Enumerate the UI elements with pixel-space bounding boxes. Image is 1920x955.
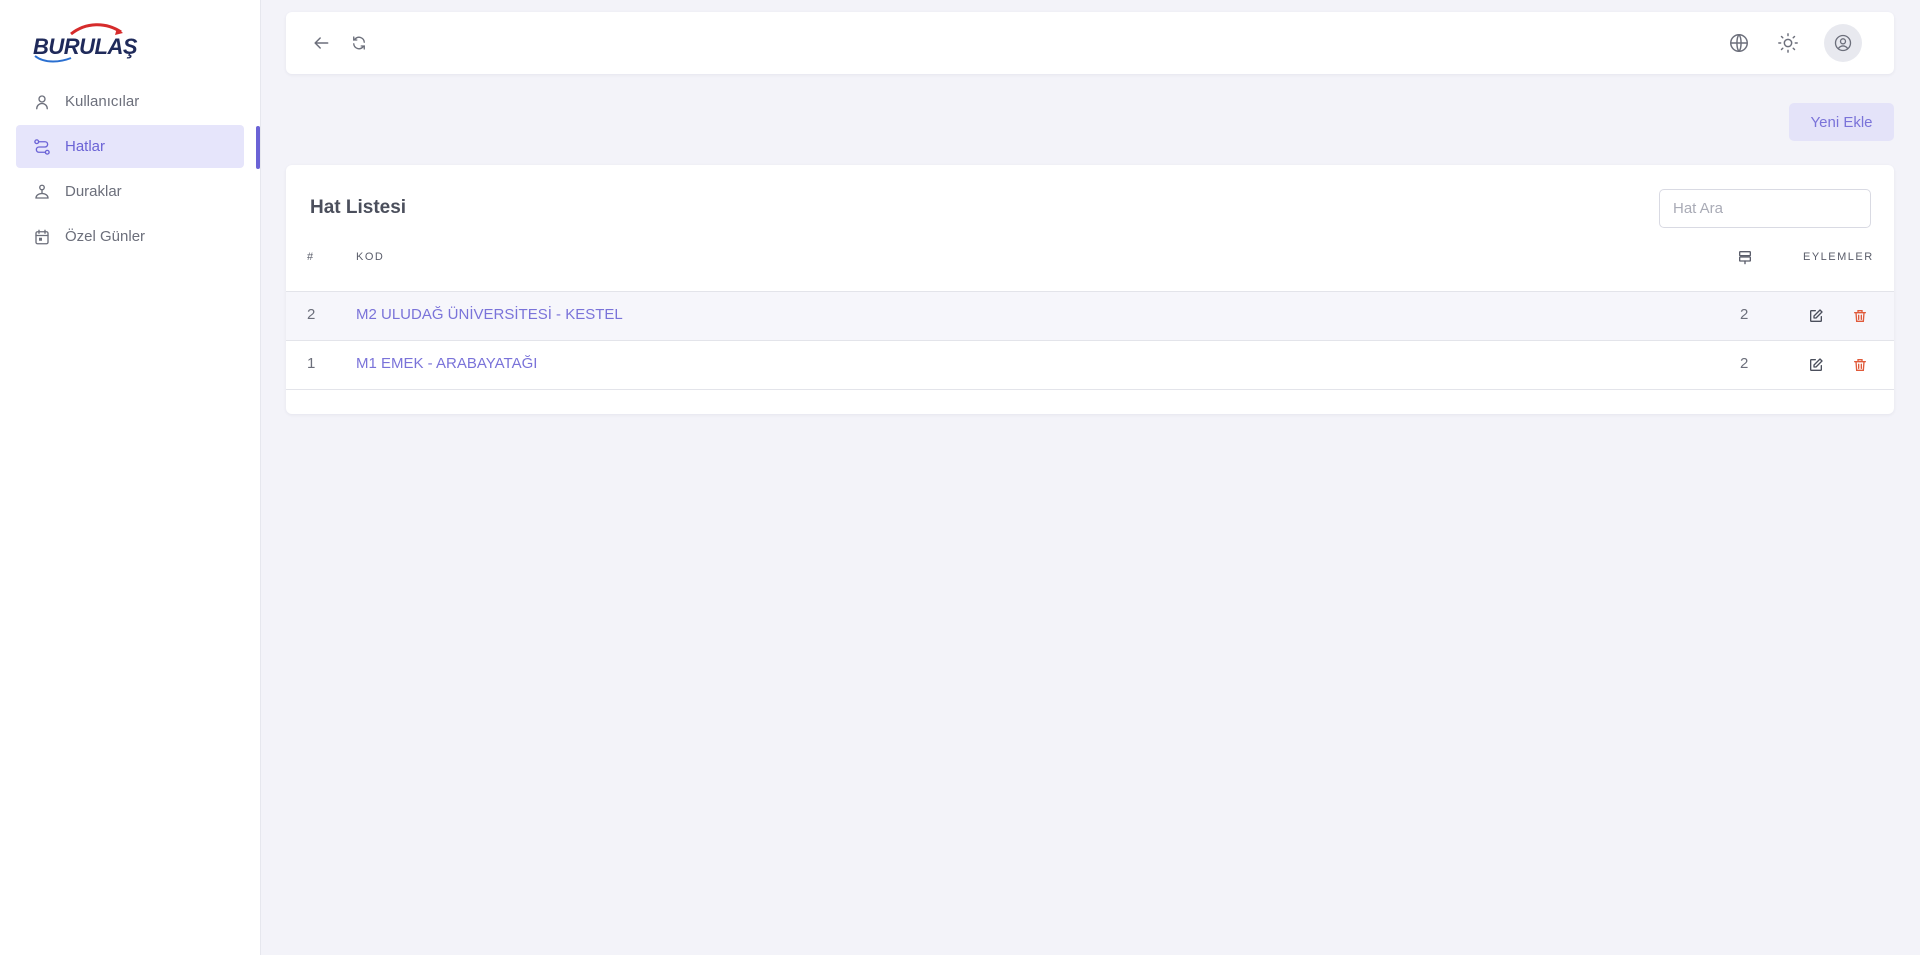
line-list-card: Hat Listesi # KOD EYLEMLER 2 M2 ULUDAĞ Ü…: [286, 165, 1894, 414]
sidebar-item-hatlar[interactable]: Hatlar: [16, 125, 244, 168]
sidebar-nav: Kullanıcılar Hatlar Duraklar Özel Günler: [16, 80, 244, 260]
user-circle-icon: [1833, 33, 1853, 53]
sidebar-item-label: Duraklar: [65, 183, 122, 200]
sidebar: BURULAŞ Kullanıcılar Hatlar Duraklar Öze…: [0, 0, 261, 955]
active-indicator: [256, 126, 260, 169]
sidebar-item-kullanicilar[interactable]: Kullanıcılar: [16, 80, 244, 123]
column-header-actions: EYLEMLER: [1803, 251, 1874, 263]
row-count: 2: [1740, 306, 1749, 323]
table-row: 2 M2 ULUDAĞ ÜNİVERSİTESİ - KESTEL 2: [286, 291, 1894, 340]
avatar[interactable]: [1824, 24, 1862, 62]
table-header: # KOD EYLEMLER: [286, 251, 1894, 277]
card-title: Hat Listesi: [310, 197, 407, 218]
sidebar-item-label: Özel Günler: [65, 228, 146, 245]
sun-icon[interactable]: [1775, 30, 1801, 56]
new-line-button[interactable]: Yeni Ekle: [1789, 103, 1894, 141]
sidebar-item-label: Hatlar: [65, 138, 106, 155]
delete-icon[interactable]: [1850, 306, 1870, 326]
logo-text: BURULAŞ: [33, 34, 138, 59]
row-code-link[interactable]: M1 EMEK - ARABAYATAĞI: [356, 355, 537, 372]
signpost-icon: [1737, 249, 1753, 268]
topbar: [286, 12, 1894, 74]
brand-logo[interactable]: BURULAŞ: [31, 22, 138, 66]
delete-icon[interactable]: [1850, 355, 1870, 375]
back-arrow-icon[interactable]: [308, 30, 334, 56]
globe-icon[interactable]: [1726, 30, 1752, 56]
table-bottom-divider: [286, 389, 1894, 390]
sidebar-item-ozel-gunler[interactable]: Özel Günler: [16, 215, 244, 258]
row-index: 1: [307, 355, 316, 372]
sidebar-item-label: Kullanıcılar: [65, 93, 140, 110]
edit-icon[interactable]: [1806, 355, 1826, 375]
search-input[interactable]: [1659, 189, 1871, 228]
edit-icon[interactable]: [1806, 306, 1826, 326]
row-code-link[interactable]: M2 ULUDAĞ ÜNİVERSİTESİ - KESTEL: [356, 306, 623, 323]
row-index: 2: [307, 306, 316, 323]
calendar-icon: [32, 227, 52, 247]
bus-stop-icon: [32, 182, 52, 202]
sidebar-item-duraklar[interactable]: Duraklar: [16, 170, 244, 213]
user-icon: [32, 92, 52, 112]
column-header-code: KOD: [356, 251, 385, 263]
column-header-index: #: [307, 251, 315, 263]
table-row: 1 M1 EMEK - ARABAYATAĞI 2: [286, 340, 1894, 389]
route-icon: [32, 137, 52, 157]
refresh-icon[interactable]: [346, 30, 372, 56]
row-count: 2: [1740, 355, 1749, 372]
